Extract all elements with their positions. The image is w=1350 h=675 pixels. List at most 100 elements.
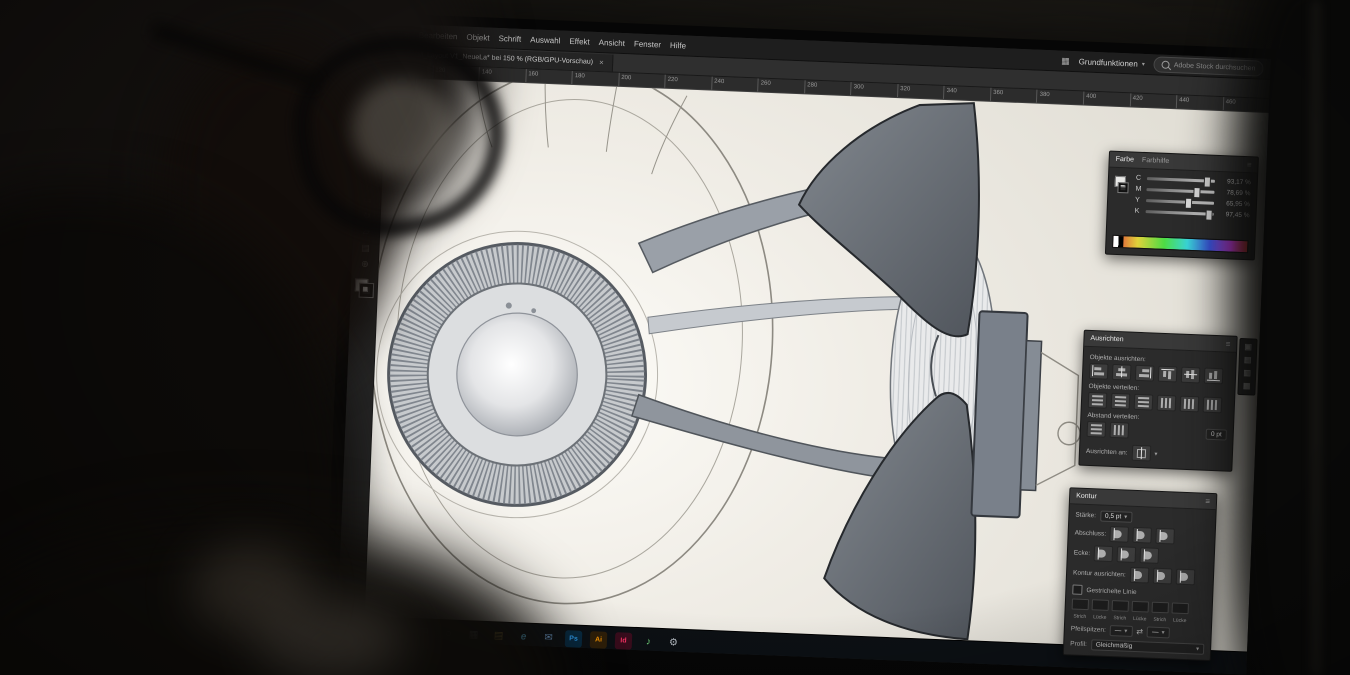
slider-thumb[interactable] [1194,187,1201,198]
eyeglasses-lens-reflection [352,80,452,176]
menu-item[interactable]: Hilfe [670,40,686,50]
slider-track[interactable] [1146,188,1214,194]
swap-arrowheads-icon[interactable]: ⇄ [1136,627,1143,636]
dash-label: Strich [1071,613,1088,620]
arrowhead-end-dropdown[interactable]: — ▾ [1147,626,1170,638]
gap-2-field[interactable] [1132,601,1149,613]
arrowheads-label: Pfeilspitzen: [1071,625,1106,633]
align-v-center-icon[interactable] [1181,367,1201,384]
arrowhead-start-dropdown[interactable]: — ▾ [1110,625,1133,637]
slider-track[interactable] [1147,177,1215,183]
settings-icon[interactable]: ⚙ [665,634,683,652]
dash-label: Lücke [1131,616,1148,623]
spacing-value-field[interactable]: 0 pt [1206,428,1227,440]
photoshop-icon[interactable]: Ps [565,630,583,648]
menu-item[interactable]: Fenster [634,39,661,49]
gap-3-field[interactable] [1172,602,1189,614]
align-left-icon[interactable] [1089,363,1109,380]
slider-thumb[interactable] [1205,209,1212,220]
cap-label: Abschluss: [1075,529,1107,537]
dash-label: Strich [1111,615,1128,622]
align-bottom-icon[interactable] [1204,368,1224,385]
align-to-selection-icon[interactable] [1131,445,1151,462]
align-to-label: Ausrichten an: [1086,447,1128,456]
dash-3-field[interactable] [1152,602,1169,614]
black-white-swatches[interactable] [1113,236,1123,247]
cap-row: Abschluss: [1074,525,1209,546]
distribute-h-center-icon[interactable] [1180,396,1200,413]
menu-item[interactable]: Auswahl [530,35,561,45]
profile-label: Profil: [1070,640,1087,648]
corner-row: Ecke: [1074,544,1209,565]
slider-thumb[interactable] [1185,198,1192,209]
align-h-center-icon[interactable] [1112,364,1132,381]
music-player-icon[interactable]: ♪ [640,633,658,651]
gap-1-field[interactable] [1092,599,1109,611]
bevel-join-icon[interactable] [1140,547,1160,564]
align-top-icon[interactable] [1158,366,1178,383]
ruler-tick: 420 [1129,93,1176,108]
ruler-tick: 260 [757,78,804,93]
distribute-top-icon[interactable] [1088,392,1108,409]
stroke-inside-icon[interactable] [1152,568,1172,585]
distribute-bottom-icon[interactable] [1134,394,1154,411]
distribute-left-icon[interactable] [1157,395,1177,412]
horizontal-space-icon[interactable] [1110,422,1130,439]
slider-thumb[interactable] [1203,176,1210,187]
stroke-panel-body: Stärke: 0,5 pt ▾ Abschluss: [1064,504,1216,660]
illustrator-icon[interactable]: Ai [590,631,608,649]
align-objects-row [1089,363,1230,385]
dash-label: Strich [1151,617,1168,624]
stroke-center-icon[interactable] [1129,567,1149,584]
indesign-icon[interactable]: Id [615,632,633,650]
distribute-right-icon[interactable] [1203,397,1223,414]
chevron-down-icon[interactable]: ▾ [1154,450,1157,457]
workspace-label: Grundfunktionen [1079,57,1138,68]
tab-ausrichten[interactable]: Ausrichten [1090,335,1123,343]
align-right-icon[interactable] [1135,365,1155,382]
ruler-tick: 380 [1036,90,1083,105]
ruler-tick: 180 [571,71,618,86]
chevron-down-icon: ▾ [1124,628,1127,635]
profile-dropdown[interactable]: Gleichmäßig ▾ [1091,639,1205,655]
stroke-outside-icon[interactable] [1175,569,1195,586]
stroke-proxy-swatch[interactable] [1118,183,1127,192]
stroke-panel: Kontur ≡ Stärke: 0,5 pt ▾ Abschluss: [1063,487,1218,661]
dashed-line-row: Gestrichelte Linie [1072,584,1206,599]
projecting-cap-icon[interactable] [1156,528,1176,545]
butt-cap-icon[interactable] [1110,526,1130,543]
chevron-down-icon: ▾ [1142,60,1145,67]
dashed-line-label: Gestrichelte Linie [1086,587,1136,596]
tab-farbhilfe[interactable]: Farbhilfe [1142,157,1169,165]
dash-2-field[interactable] [1112,600,1129,612]
ruler-tick: 440 [1176,95,1223,110]
close-tab-icon[interactable]: × [599,58,604,67]
slider-track[interactable] [1146,210,1214,216]
round-cap-icon[interactable] [1133,527,1153,544]
miter-join-icon[interactable] [1094,545,1114,562]
distribute-v-center-icon[interactable] [1111,393,1131,410]
dash-1-field[interactable] [1072,598,1089,610]
weight-label: Stärke: [1075,512,1096,520]
dash-fields-row [1072,598,1206,614]
fill-stroke-proxy[interactable] [1113,174,1130,227]
align-panel: Ausrichten ≡ Objekte ausrichten: Objekte… [1078,330,1237,472]
ruler-tick: 160 [525,69,572,84]
tab-kontur[interactable]: Kontur [1076,493,1097,501]
ruler-tick: 200 [618,73,665,88]
menu-item[interactable]: Schrift [498,33,521,43]
slider-track[interactable] [1146,199,1214,205]
arrange-documents-icon[interactable]: ▦ [1061,55,1070,66]
round-join-icon[interactable] [1117,546,1137,563]
ruler-tick: 240 [711,77,758,92]
vertical-space-icon[interactable] [1087,421,1107,438]
color-spectrum-bar[interactable] [1112,235,1248,253]
menu-item[interactable]: Effekt [569,36,590,46]
dashed-line-checkbox[interactable] [1072,584,1082,594]
dash-label: Lücke [1091,614,1108,621]
menu-item[interactable]: Ansicht [599,38,626,48]
tab-farbe[interactable]: Farbe [1116,156,1135,164]
stroke-weight-field[interactable]: 0,5 pt ▾ [1100,511,1133,523]
panel-menu-icon[interactable]: ≡ [1205,497,1210,506]
workspace-switcher[interactable]: Grundfunktionen ▾ [1079,57,1145,69]
